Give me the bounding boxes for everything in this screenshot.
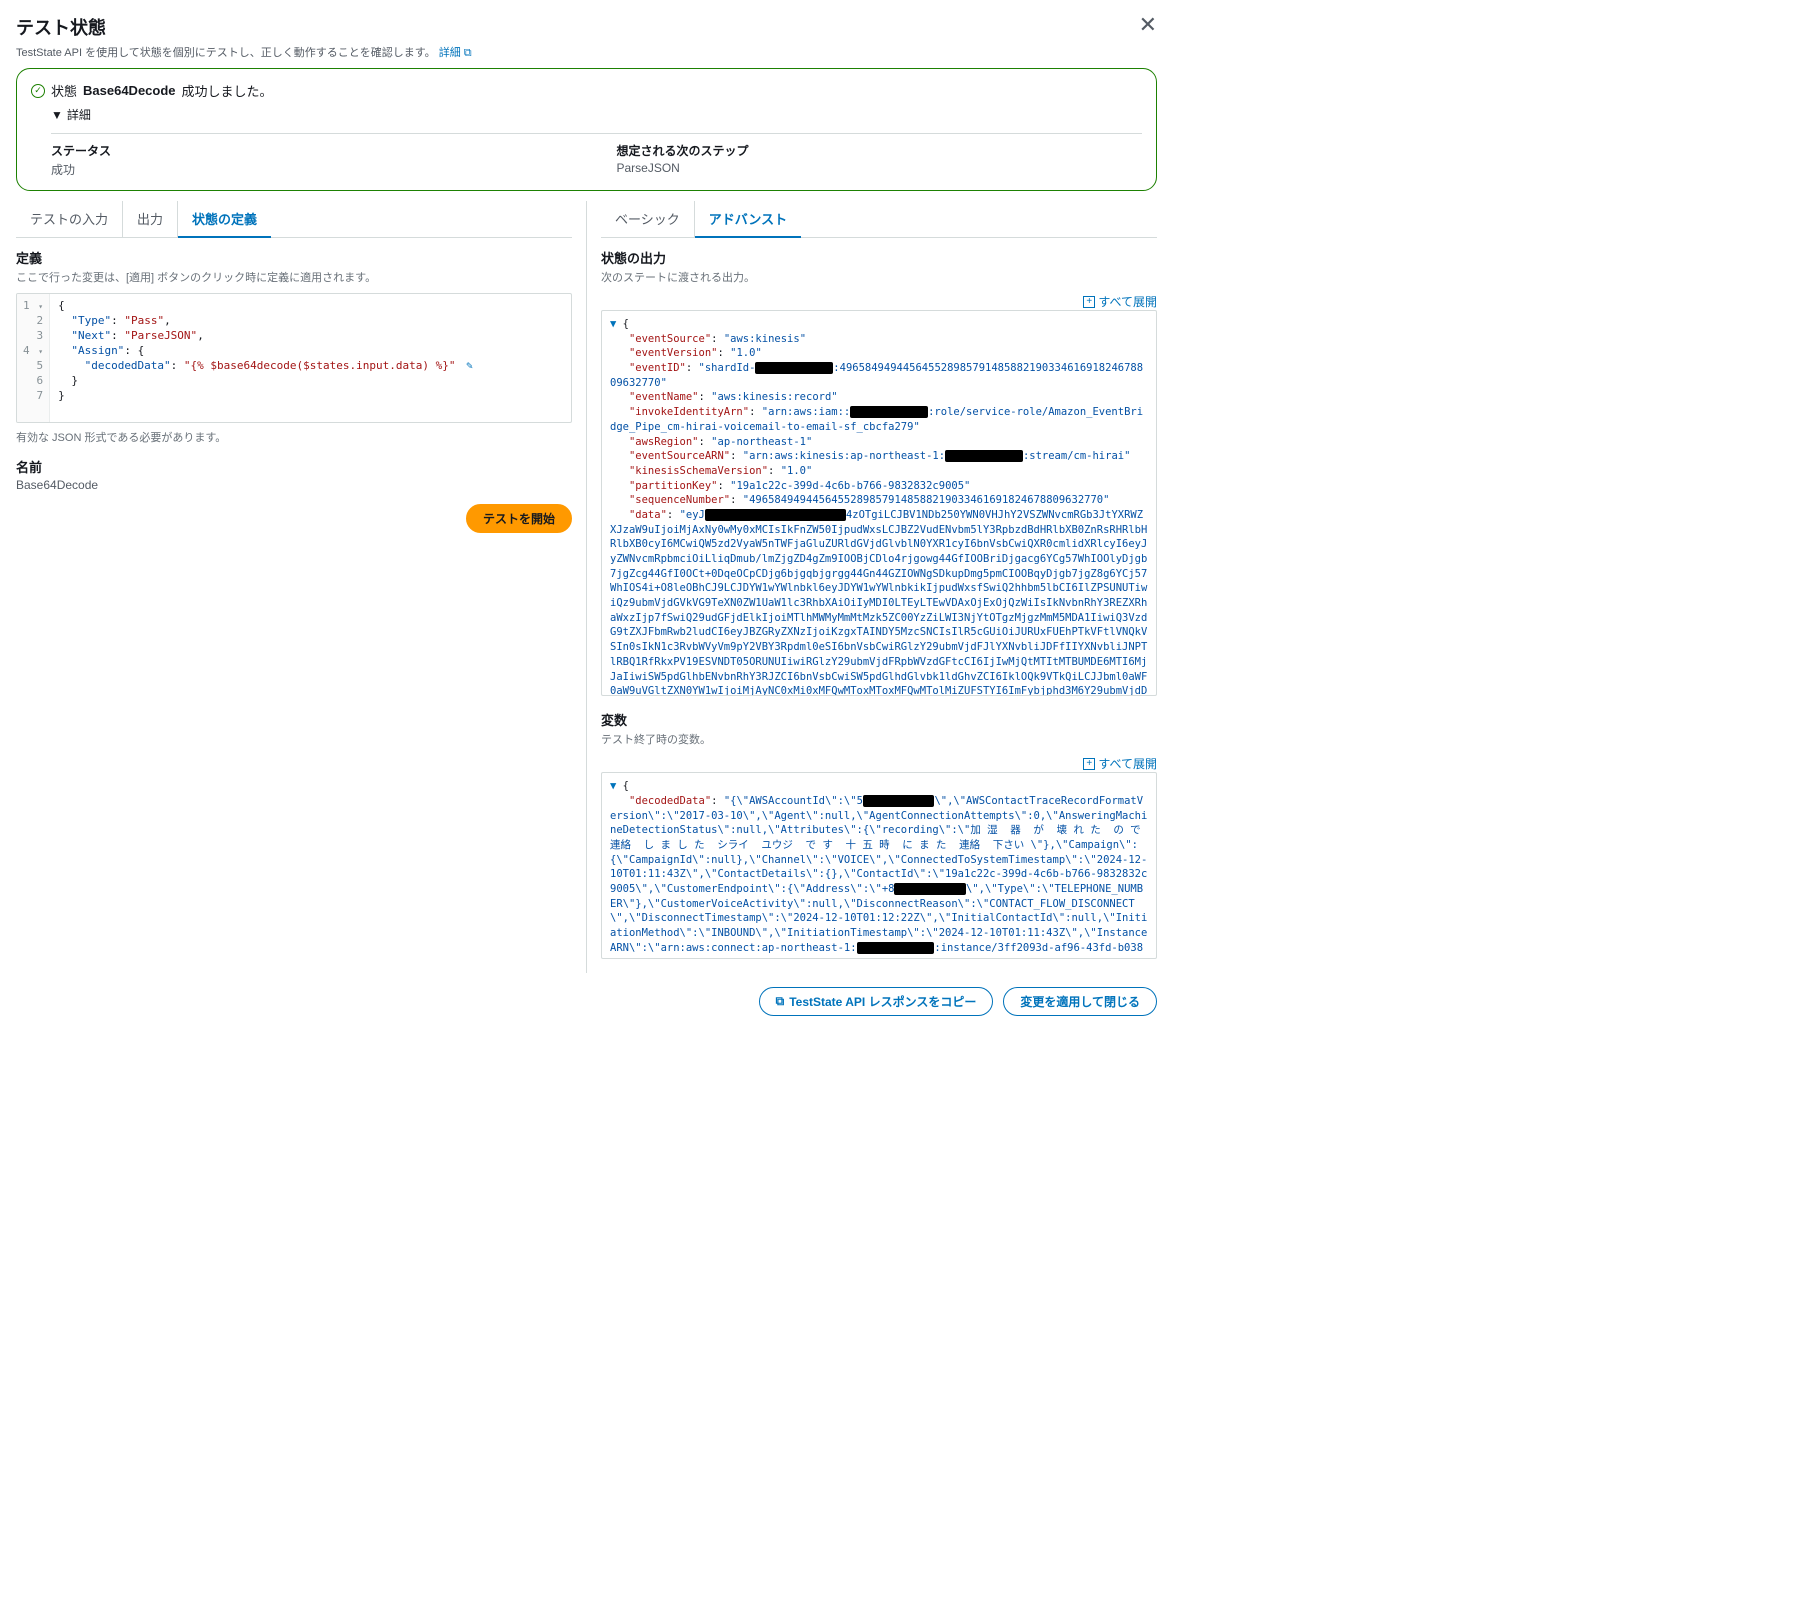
plus-icon: + xyxy=(1083,296,1095,308)
tab-basic[interactable]: ベーシック xyxy=(601,201,695,237)
editor-gutter: 1 ▾ 2 3 4 ▾ 5 6 7 xyxy=(17,294,50,422)
status-message: ✓ 状態 Base64Decode 成功しました。 xyxy=(31,81,1142,100)
left-pane: テストの入力 出力 状態の定義 定義 ここで行った変更は、[適用] ボタンのクリ… xyxy=(16,201,587,973)
variables-subtitle: テスト終了時の変数。 xyxy=(601,731,1157,747)
test-state-modal: テスト状態 TestState API を使用して状態を個別にテストし、正しく動… xyxy=(0,0,1173,1030)
status-alert: ✓ 状態 Base64Decode 成功しました。 ▼ 詳細 ステータス 成功 … xyxy=(16,68,1157,191)
status-col-status: ステータス 成功 xyxy=(51,142,577,178)
apply-close-button[interactable]: 変更を適用して閉じる xyxy=(1003,987,1157,1016)
edit-icon[interactable]: ✎ xyxy=(466,359,473,372)
state-output-json[interactable]: ▼ { "eventSource": "aws:kinesis" "eventV… xyxy=(601,310,1157,696)
split-panes: テストの入力 出力 状態の定義 定義 ここで行った変更は、[適用] ボタンのクリ… xyxy=(16,201,1157,973)
details-link[interactable]: 詳細 ⧉ xyxy=(439,47,472,59)
state-output-title: 状態の出力 xyxy=(601,248,1157,267)
collapse-arrow-icon[interactable]: ▼ xyxy=(610,318,616,330)
caret-down-icon: ▼ xyxy=(51,108,63,122)
editor-content[interactable]: { "Type": "Pass", "Next": "ParseJSON", "… xyxy=(50,294,481,422)
copy-icon: ⧉ xyxy=(776,994,785,1009)
definition-editor[interactable]: 1 ▾ 2 3 4 ▾ 5 6 7 { "Type": "Pass", "Nex… xyxy=(16,293,572,423)
modal-subtitle: TestState API を使用して状態を個別にテストし、正しく動作することを… xyxy=(16,44,472,60)
start-test-button[interactable]: テストを開始 xyxy=(466,504,572,533)
state-output-block: 状態の出力 次のステートに渡される出力。 + すべて展開 ▼ { "eventS… xyxy=(601,248,1157,696)
tab-test-input[interactable]: テストの入力 xyxy=(16,201,123,237)
expand-all-variables[interactable]: + すべて展開 xyxy=(1083,755,1157,772)
expand-all-output[interactable]: + すべて展開 xyxy=(1083,293,1157,310)
variables-json[interactable]: ▼ { "decodedData": "{\"AWSAccountId\":\"… xyxy=(601,772,1157,959)
tab-advanced[interactable]: アドバンスト xyxy=(695,201,801,238)
json-hint: 有効な JSON 形式である必要があります。 xyxy=(16,429,572,445)
tab-state-definition[interactable]: 状態の定義 xyxy=(178,201,271,238)
right-tabs: ベーシック アドバンスト xyxy=(601,201,1157,238)
definition-subtitle: ここで行った変更は、[適用] ボタンのクリック時に定義に適用されます。 xyxy=(16,269,572,285)
status-columns: ステータス 成功 想定される次のステップ ParseJSON xyxy=(51,133,1142,178)
variables-title: 変数 xyxy=(601,710,1157,729)
state-output-subtitle: 次のステートに渡される出力。 xyxy=(601,269,1157,285)
copy-response-button[interactable]: ⧉ TestState API レスポンスをコピー xyxy=(759,987,994,1016)
modal-header: テスト状態 TestState API を使用して状態を個別にテストし、正しく動… xyxy=(16,14,1157,60)
modal-footer: ⧉ TestState API レスポンスをコピー 変更を適用して閉じる xyxy=(16,973,1157,1016)
modal-title: テスト状態 xyxy=(16,14,472,40)
left-tabs: テストの入力 出力 状態の定義 xyxy=(16,201,572,238)
plus-icon: + xyxy=(1083,758,1095,770)
success-icon: ✓ xyxy=(31,84,45,98)
close-icon[interactable]: ✕ xyxy=(1139,14,1157,36)
tab-output[interactable]: 出力 xyxy=(123,201,178,237)
details-toggle[interactable]: ▼ 詳細 xyxy=(51,106,1142,123)
collapse-arrow-icon[interactable]: ▼ xyxy=(610,780,616,792)
definition-title: 定義 xyxy=(16,248,572,267)
variables-block: 変数 テスト終了時の変数。 + すべて展開 ▼ { "decodedData":… xyxy=(601,710,1157,959)
status-col-next: 想定される次のステップ ParseJSON xyxy=(617,142,1143,178)
right-pane: ベーシック アドバンスト 状態の出力 次のステートに渡される出力。 + すべて展… xyxy=(587,201,1157,973)
name-section: 名前 Base64Decode xyxy=(16,457,572,492)
